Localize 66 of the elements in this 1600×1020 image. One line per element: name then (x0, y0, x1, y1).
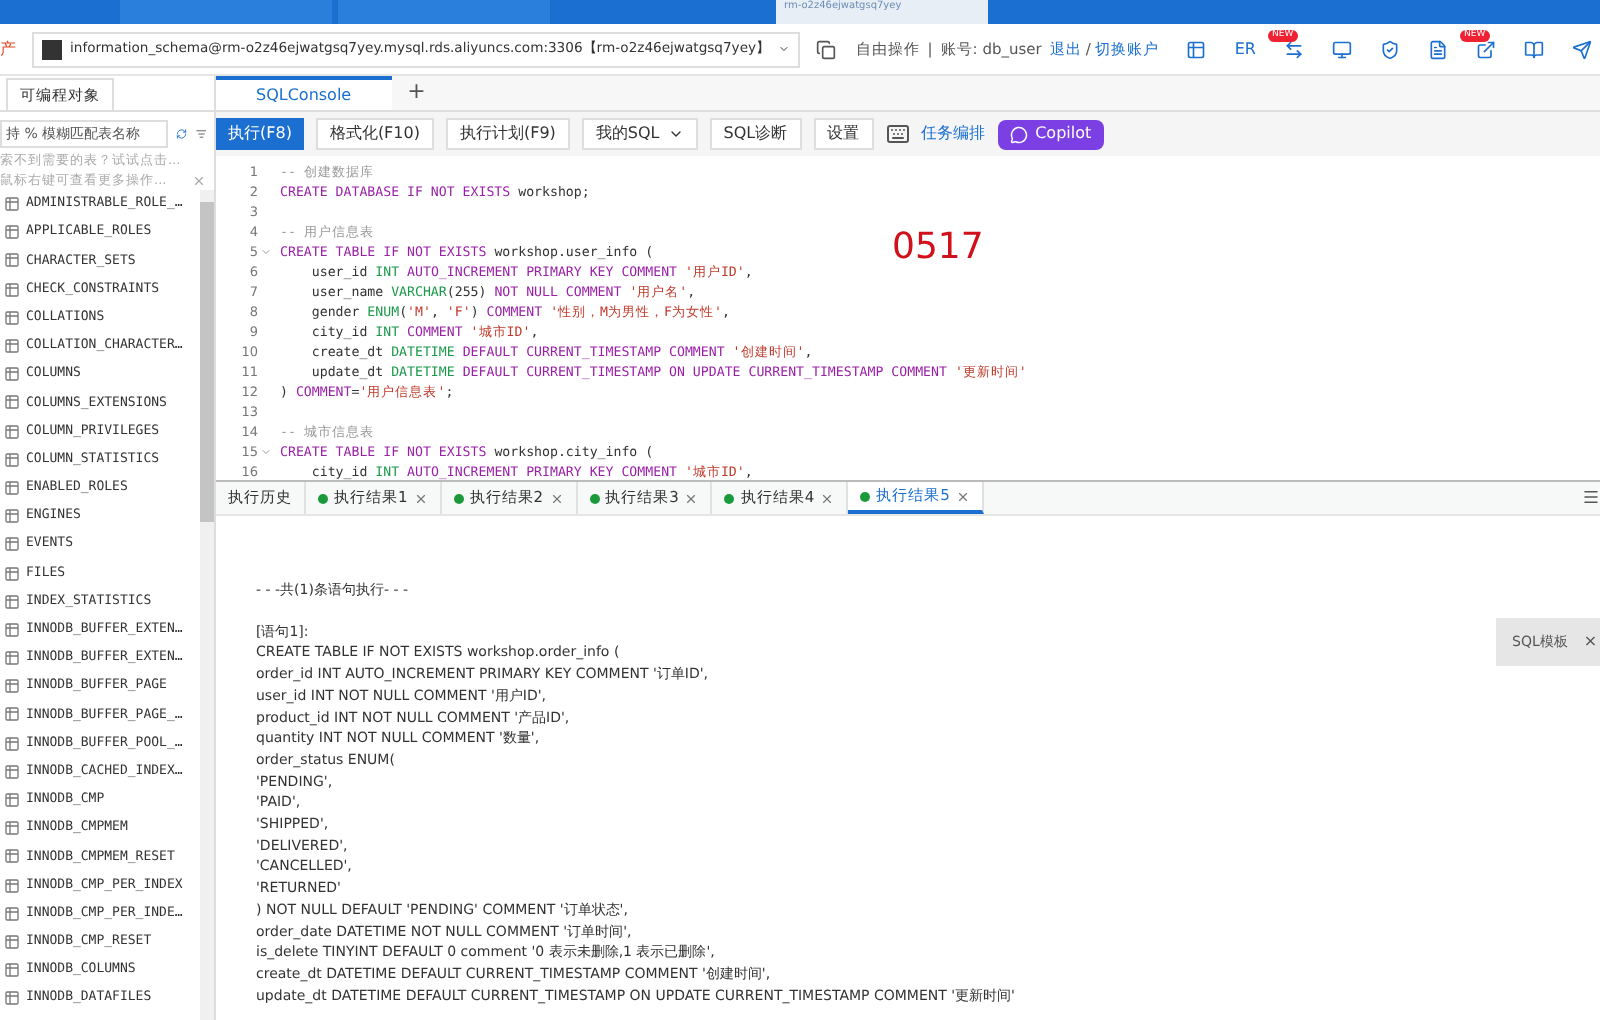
table-icon (4, 678, 20, 695)
dropdown-button[interactable]: 我的SQL (581, 118, 698, 150)
toolbar-button[interactable]: SQL诊断 (709, 118, 802, 150)
table-icon (4, 196, 20, 213)
table-icon (4, 905, 20, 922)
annotation-text: 0517 (892, 224, 984, 272)
close-icon[interactable] (955, 489, 970, 503)
table-icon (4, 877, 20, 894)
table-icon (4, 366, 20, 383)
table-icon (4, 706, 20, 723)
scrollbar[interactable] (200, 190, 214, 1020)
env-tag: 产 (0, 37, 32, 61)
table-icon[interactable] (1186, 39, 1207, 59)
table-icon (4, 394, 20, 411)
add-tab[interactable]: + (391, 76, 442, 110)
toolbar-button[interactable]: 格式化(F10) (315, 118, 434, 150)
filter-icon[interactable] (195, 126, 206, 142)
table-icon (4, 451, 20, 468)
toolbar-button[interactable]: 执行计划(F9) (445, 118, 570, 150)
table-icon (4, 508, 20, 525)
table-icon (4, 792, 20, 809)
chevron-down-icon (667, 126, 684, 142)
table-icon (4, 565, 20, 582)
task-link[interactable]: 任务编排 (921, 122, 986, 146)
chat-icon (1009, 125, 1028, 143)
db-logo-icon (42, 39, 62, 59)
monitor-icon[interactable] (1332, 39, 1352, 59)
table-icon (4, 848, 20, 865)
table-icon (4, 224, 20, 241)
table-icon (4, 338, 20, 355)
table-icon (4, 281, 20, 298)
close-icon[interactable] (549, 491, 564, 505)
copy-icon[interactable] (816, 39, 836, 59)
close-icon[interactable] (192, 173, 206, 187)
table-icon (4, 763, 20, 780)
table-icon (4, 735, 20, 752)
menu-icon[interactable] (1582, 488, 1600, 506)
keyboard-icon[interactable] (885, 122, 910, 146)
table-icon (4, 423, 20, 440)
toolbar-button[interactable]: 设置 (813, 118, 874, 150)
book-icon[interactable] (1524, 39, 1544, 59)
table-icon (4, 593, 20, 610)
external-link-icon[interactable] (1476, 39, 1496, 59)
er-diagram-link[interactable]: ER (1234, 37, 1256, 61)
close-icon[interactable] (820, 491, 835, 505)
editor-tab[interactable]: SQLConsole (216, 76, 392, 110)
table-icon (4, 933, 20, 950)
refresh-icon[interactable] (176, 126, 187, 142)
copilot-button[interactable]: Copilot (997, 119, 1104, 149)
table-icon (4, 820, 20, 837)
table-icon (4, 252, 20, 269)
document-icon[interactable] (1428, 39, 1448, 59)
table-icon (4, 962, 20, 979)
table-icon (4, 990, 20, 1007)
send-icon[interactable] (1572, 39, 1592, 59)
close-icon[interactable] (413, 491, 428, 505)
swap-icon[interactable] (1284, 39, 1304, 59)
shield-icon[interactable] (1380, 39, 1400, 59)
table-icon (4, 650, 20, 667)
table-icon (4, 621, 20, 638)
table-icon (4, 536, 20, 553)
table-icon (4, 479, 20, 496)
run-button[interactable]: 执行(F8) (216, 118, 304, 150)
close-icon[interactable] (684, 491, 699, 505)
close-text[interactable]: × (1583, 630, 1598, 654)
table-icon (4, 309, 20, 326)
